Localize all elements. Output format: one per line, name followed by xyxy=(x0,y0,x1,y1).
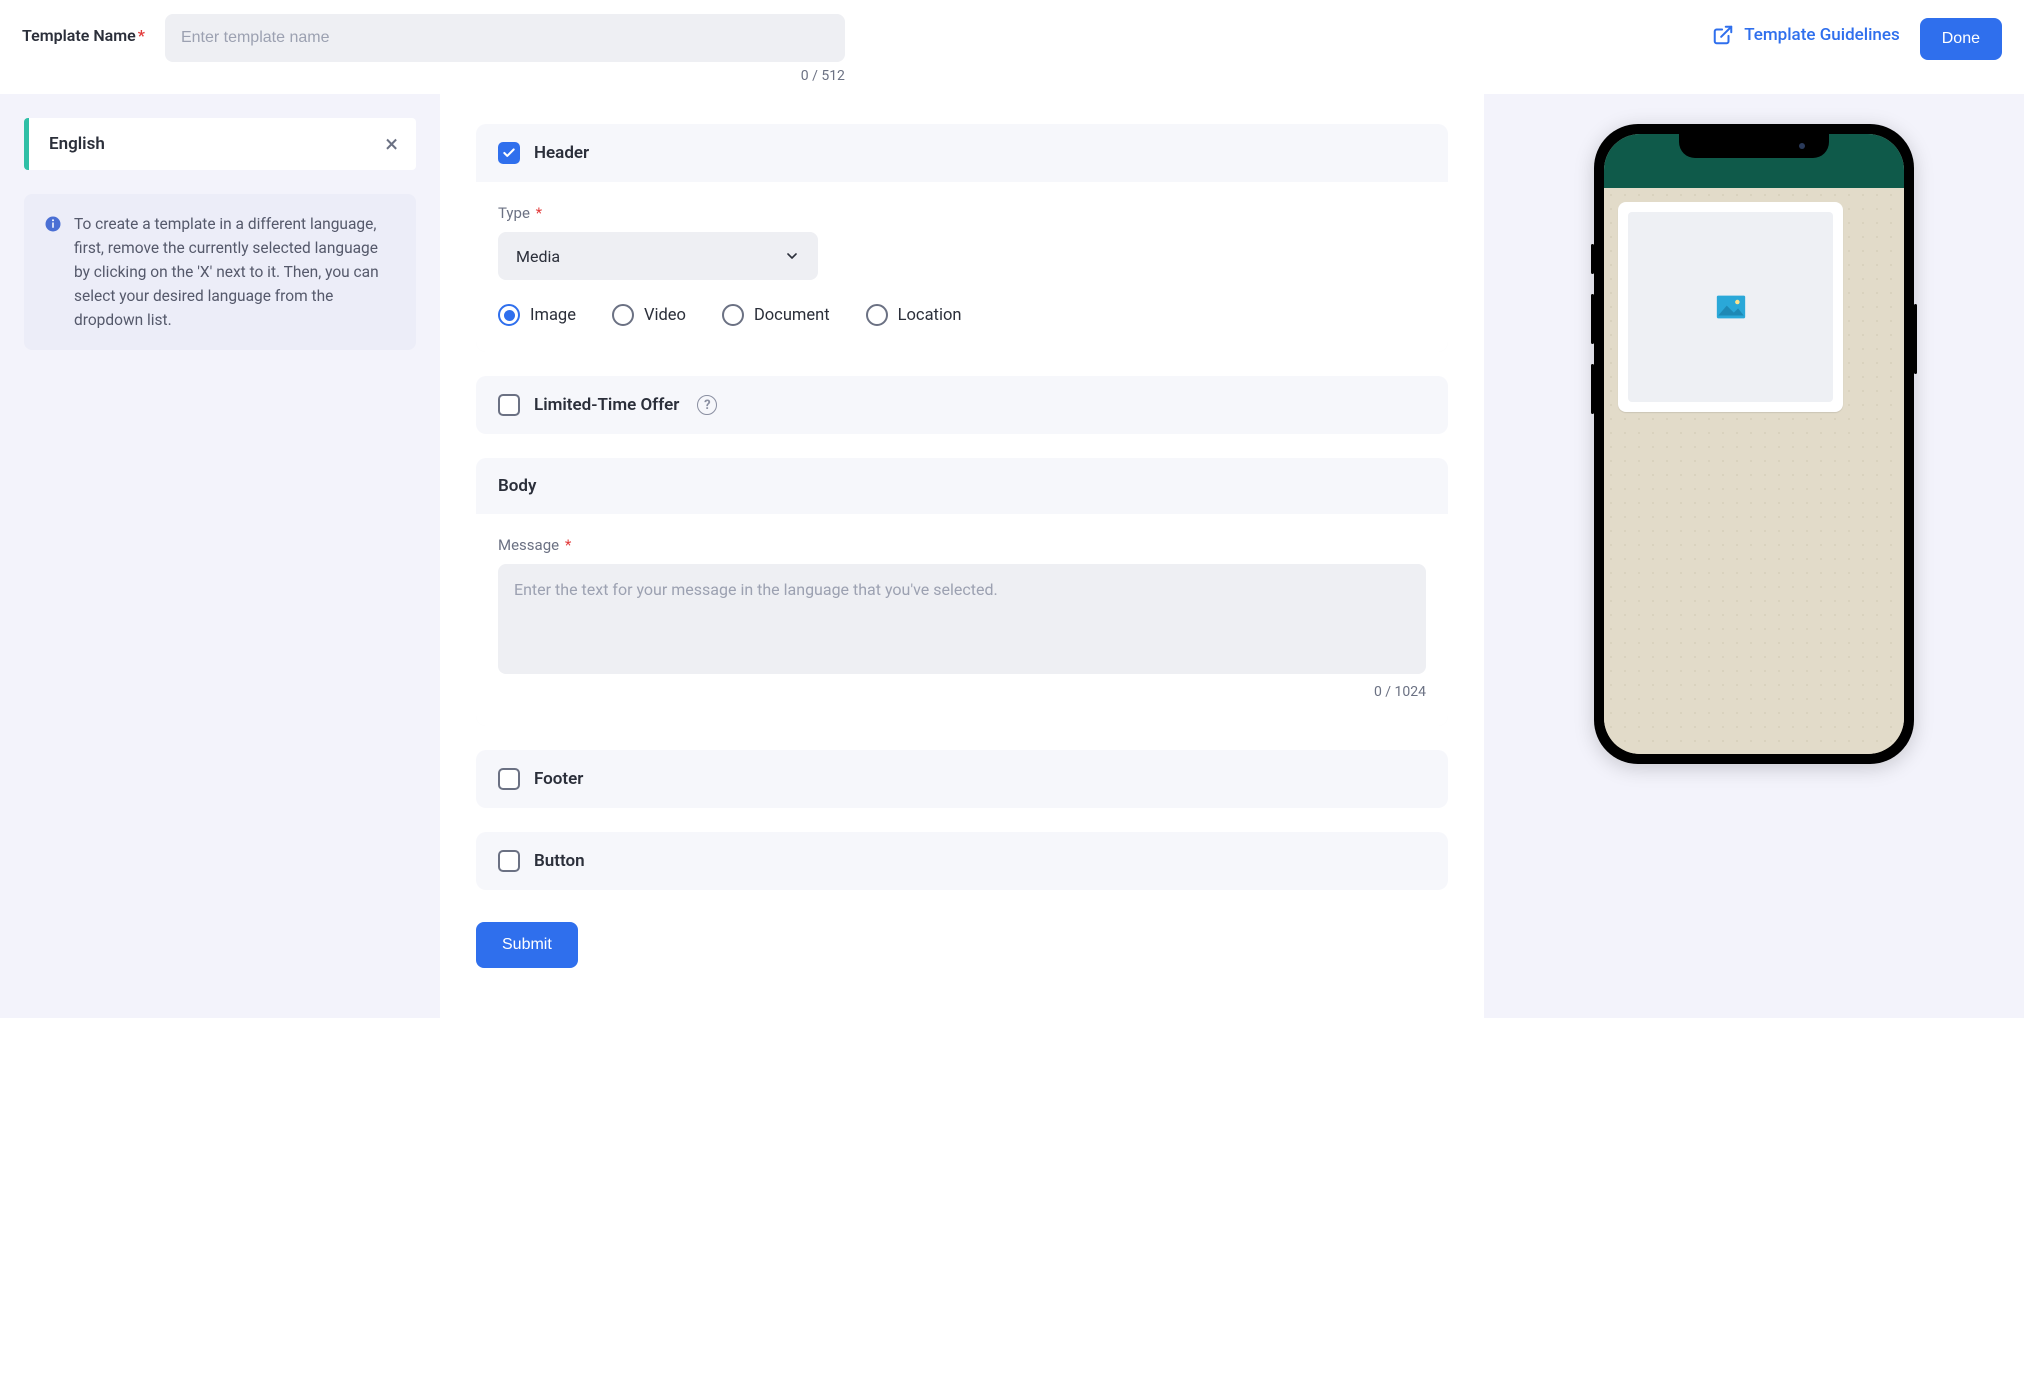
type-select[interactable]: Media xyxy=(498,232,818,280)
template-guidelines-link[interactable]: Template Guidelines xyxy=(1712,14,1900,46)
chevron-down-icon xyxy=(784,248,800,264)
message-textarea[interactable] xyxy=(498,564,1426,674)
help-icon[interactable]: ? xyxy=(697,395,717,415)
body-section: Body Message * 0 / 1024 xyxy=(476,458,1448,726)
radio-location-label: Location xyxy=(898,306,962,325)
radio-image[interactable]: Image xyxy=(498,304,576,326)
radio-image-label: Image xyxy=(530,306,576,325)
language-info-text: To create a template in a different lang… xyxy=(74,212,396,332)
footer-section: Footer xyxy=(476,750,1448,808)
limited-time-offer-checkbox[interactable] xyxy=(498,394,520,416)
remove-language-button[interactable]: × xyxy=(385,132,398,156)
radio-location[interactable]: Location xyxy=(866,304,962,326)
whatsapp-chat-body xyxy=(1604,188,1904,754)
header-section: Header Type * Media Image V xyxy=(476,124,1448,352)
template-name-input[interactable] xyxy=(165,14,845,62)
submit-button[interactable]: Submit xyxy=(476,922,578,968)
media-type-radio-group: Image Video Document Location xyxy=(498,304,1426,326)
phone-notch xyxy=(1679,134,1829,158)
radio-document[interactable]: Document xyxy=(722,304,830,326)
template-name-input-wrap: 0 / 512 xyxy=(165,14,845,84)
done-button[interactable]: Done xyxy=(1920,18,2002,60)
left-sidebar: English × To create a template in a diff… xyxy=(0,94,440,1018)
language-card: English × xyxy=(24,118,416,170)
footer-title: Footer xyxy=(534,769,583,789)
external-link-icon xyxy=(1712,24,1734,46)
message-field-label: Message * xyxy=(498,536,1426,554)
phone-mockup xyxy=(1594,124,1914,764)
radio-video-label: Video xyxy=(644,306,686,325)
form-column: Header Type * Media Image V xyxy=(440,94,1484,1018)
limited-time-offer-title: Limited-Time Offer xyxy=(534,395,679,415)
message-counter: 0 / 1024 xyxy=(498,684,1426,700)
type-select-value: Media xyxy=(516,247,560,266)
image-placeholder-icon xyxy=(1714,290,1748,324)
type-field-label: Type * xyxy=(498,204,1426,222)
button-section: Button xyxy=(476,832,1448,890)
language-label: English xyxy=(49,134,105,154)
button-checkbox[interactable] xyxy=(498,850,520,872)
footer-checkbox[interactable] xyxy=(498,768,520,790)
info-icon xyxy=(44,215,62,233)
limited-time-offer-section: Limited-Time Offer ? xyxy=(476,376,1448,434)
header-checkbox[interactable] xyxy=(498,142,520,164)
main-area: English × To create a template in a diff… xyxy=(0,94,2024,1018)
template-guidelines-label: Template Guidelines xyxy=(1744,25,1900,45)
preview-column xyxy=(1484,94,2024,1018)
top-bar: Template Name* 0 / 512 Template Guidelin… xyxy=(0,0,2024,94)
header-title: Header xyxy=(534,143,589,163)
language-info-box: To create a template in a different lang… xyxy=(24,194,416,350)
radio-video[interactable]: Video xyxy=(612,304,686,326)
body-title: Body xyxy=(498,476,536,496)
preview-image-placeholder xyxy=(1628,212,1833,402)
template-name-counter: 0 / 512 xyxy=(165,68,845,84)
preview-message-card xyxy=(1618,202,1843,412)
button-title: Button xyxy=(534,851,585,871)
template-name-label: Template Name* xyxy=(22,14,145,45)
radio-document-label: Document xyxy=(754,306,830,325)
check-icon xyxy=(502,146,516,160)
